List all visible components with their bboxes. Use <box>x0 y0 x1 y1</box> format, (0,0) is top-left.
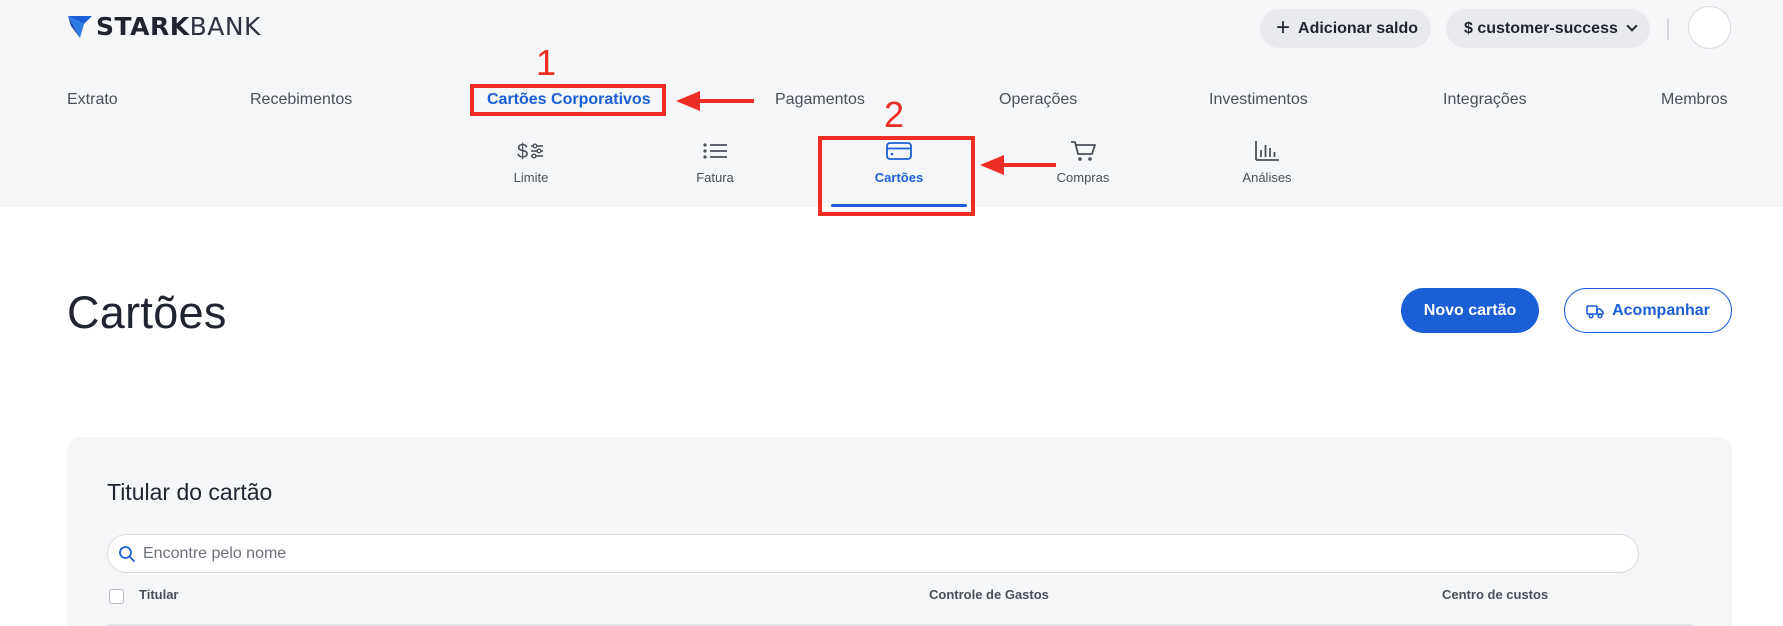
plus-icon: + <box>1276 13 1291 41</box>
bar-chart-icon <box>1255 141 1279 161</box>
workspace-label: $ customer-success <box>1464 19 1618 37</box>
tab-analises[interactable]: Análises <box>1207 140 1327 185</box>
new-card-button[interactable]: Novo cartão <box>1401 288 1539 333</box>
tab-fatura-label: Fatura <box>696 170 734 185</box>
list-icon <box>703 143 727 159</box>
cart-icon <box>1071 141 1096 161</box>
column-header-controle-de-gastos[interactable]: Controle de Gastos <box>929 587 1049 602</box>
annotation-arrow-1 <box>676 91 754 111</box>
tab-fatura[interactable]: Fatura <box>655 140 775 185</box>
page-title: Cartões <box>67 287 227 338</box>
annotation-box-2 <box>818 136 975 216</box>
filter-title: Titular do cartão <box>107 479 273 505</box>
add-balance-button[interactable]: + Adicionar saldo <box>1260 9 1431 48</box>
workspace-selector[interactable]: $ customer-success <box>1446 9 1650 48</box>
annotation-arrow-2 <box>980 155 1056 175</box>
truck-icon <box>1586 304 1604 319</box>
header-divider <box>1667 18 1669 40</box>
search-input[interactable] <box>143 544 1543 563</box>
annotation-number-2: 2 <box>884 94 905 135</box>
nav-item-integracoes[interactable]: Integrações <box>1443 88 1527 112</box>
svg-text:$: $ <box>517 141 528 162</box>
nav-item-extrato[interactable]: Extrato <box>67 88 118 112</box>
chevron-down-icon <box>1626 20 1638 32</box>
avatar[interactable] <box>1688 6 1731 49</box>
tab-analises-label: Análises <box>1242 170 1292 185</box>
search-field[interactable] <box>107 534 1639 573</box>
select-all-checkbox[interactable] <box>109 589 124 604</box>
starkbank-logo-icon <box>68 16 92 38</box>
nav-item-operacoes[interactable]: Operações <box>999 88 1077 112</box>
nav-item-investimentos[interactable]: Investimentos <box>1209 88 1308 112</box>
track-button[interactable]: Acompanhar <box>1564 288 1732 333</box>
logo-wordmark: STARKBANK <box>96 12 261 41</box>
nav-item-pagamentos[interactable]: Pagamentos <box>775 88 865 112</box>
add-balance-label: Adicionar saldo <box>1298 19 1419 37</box>
column-header-centro-de-custos[interactable]: Centro de custos <box>1442 587 1548 602</box>
track-button-label: Acompanhar <box>1612 301 1710 319</box>
column-header-titular[interactable]: Titular <box>139 587 179 602</box>
tab-limite-label: Limite <box>513 170 549 185</box>
table-header: Titular Controle de Gastos Centro de cus… <box>107 584 1693 608</box>
tab-limite[interactable]: $ Limite <box>471 140 591 185</box>
nav-item-membros[interactable]: Membros <box>1661 88 1728 112</box>
limit-icon: $ <box>517 141 543 162</box>
annotation-box-1 <box>470 84 666 116</box>
search-icon <box>119 545 135 562</box>
nav-item-recebimentos[interactable]: Recebimentos <box>250 88 352 112</box>
annotation-number-1: 1 <box>536 42 557 83</box>
starkbank-logo[interactable]: STARKBANK <box>68 14 261 40</box>
